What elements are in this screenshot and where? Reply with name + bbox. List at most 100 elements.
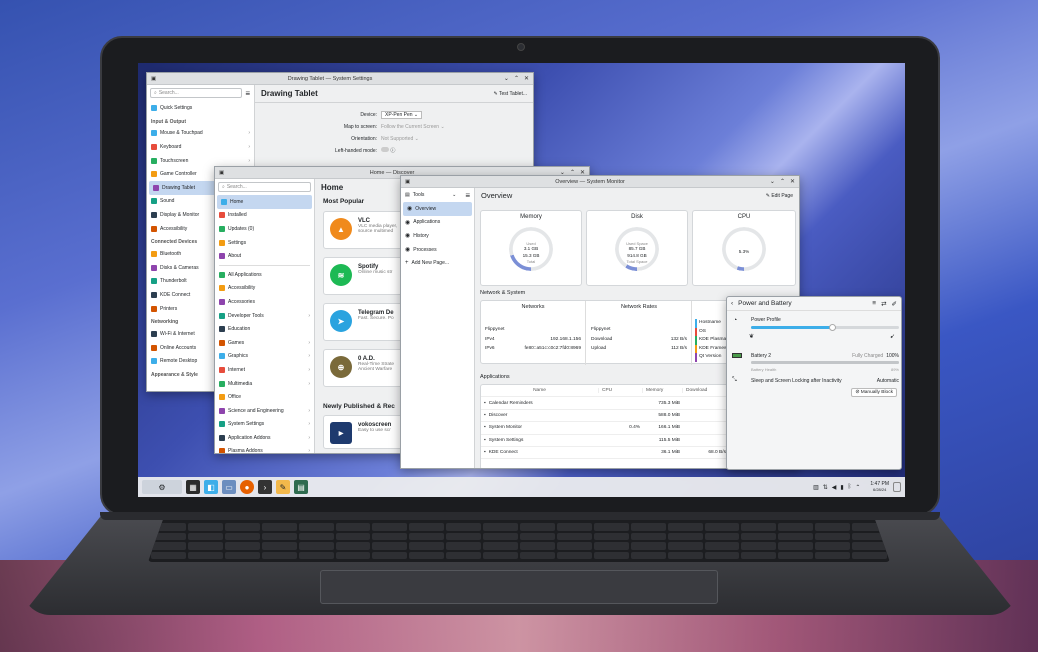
category-application-addons[interactable]: Application Addons › xyxy=(215,431,314,445)
bluetooth-icon[interactable]: ᛒ xyxy=(848,484,852,490)
add-new-page-icon: + xyxy=(405,260,409,267)
category-office[interactable]: Office xyxy=(215,390,314,404)
keyboard-key xyxy=(630,551,666,559)
monitor-nav-history[interactable]: ◉ History xyxy=(401,229,474,243)
category-label: Developer Tools xyxy=(228,312,264,319)
category-all-applications[interactable]: All Applications xyxy=(215,268,314,282)
firefox-icon[interactable]: ● xyxy=(240,480,254,494)
column-header-cpu[interactable]: CPU xyxy=(599,388,643,394)
tray-expand-icon[interactable]: ⌃ xyxy=(855,484,860,491)
keyboard-key xyxy=(151,542,186,550)
cell-value: 588.0 MiB xyxy=(658,412,680,418)
column-header-name[interactable]: Name xyxy=(481,388,599,394)
monitor-nav-processes[interactable]: ◉ Processes xyxy=(401,243,474,257)
monitor-nav-overview[interactable]: ◉ Overview xyxy=(403,202,472,216)
dolphin-icon[interactable]: ▭ xyxy=(222,480,236,494)
network-section-heading: Network & System xyxy=(480,290,526,296)
keyboard-key xyxy=(483,523,518,531)
minimize-icon[interactable]: ⌄ xyxy=(770,178,775,185)
test-tablet-button[interactable]: ✎ Test Tablet... xyxy=(494,91,528,97)
system-info-label: KDE Framew xyxy=(699,345,728,351)
monitor-nav-add-new-page[interactable]: + Add New Page... xyxy=(401,256,474,270)
battery-tray-icon[interactable]: ▮ xyxy=(840,484,843,491)
chevron-right-icon: › xyxy=(248,143,250,150)
keyboard-key xyxy=(335,542,371,550)
menu-icon[interactable]: ≡ xyxy=(872,300,876,308)
device-select[interactable]: XP-Pen Pen ⌄ xyxy=(381,111,423,119)
power-profile-slider[interactable] xyxy=(751,324,899,331)
keyboard-key xyxy=(483,551,518,559)
hamburger-menu-icon[interactable]: ≡ xyxy=(245,89,254,98)
clock[interactable]: 1:47 PM 6/28/24 xyxy=(870,481,889,493)
sidebar-item-quick-settings[interactable]: Quick Settings xyxy=(147,101,254,115)
left-handed-toggle[interactable] xyxy=(381,147,389,152)
show-desktop-button[interactable] xyxy=(893,482,901,492)
task-manager-icon[interactable]: ▦ xyxy=(186,480,200,494)
sidebar-item-about[interactable]: About xyxy=(215,249,314,263)
tools-button[interactable]: Tools xyxy=(413,192,425,198)
category-label: All Applications xyxy=(228,271,262,278)
info-icon[interactable]: ⓘ xyxy=(390,148,395,154)
keyboard-key xyxy=(224,551,260,559)
sidebar-item-settings[interactable]: Settings xyxy=(215,236,314,250)
category-multimedia[interactable]: Multimedia › xyxy=(215,377,314,391)
system-monitor-taskbar-icon[interactable]: ▤ xyxy=(294,480,308,494)
network-icon[interactable]: ⇅ xyxy=(823,484,828,491)
category-internet[interactable]: Internet › xyxy=(215,363,314,377)
orientation-label: Orientation: xyxy=(351,136,377,142)
settings-search-input[interactable]: ⌕ Search... xyxy=(150,88,243,98)
category-plasma-addons[interactable]: Plasma Addons › xyxy=(215,445,314,453)
edit-page-button[interactable]: ✎ Edit Page xyxy=(766,193,793,199)
monitor-nav-applications[interactable]: ◉ Applications xyxy=(401,216,474,230)
maximize-icon[interactable]: ⌃ xyxy=(514,75,519,82)
maximize-icon[interactable]: ⌃ xyxy=(780,178,785,185)
system-info-label: Qt Version xyxy=(699,354,722,360)
hamburger-menu-icon[interactable]: ≡ xyxy=(465,191,470,200)
monitor-nav-label: Applications xyxy=(413,219,441,226)
back-icon[interactable]: ‹ xyxy=(731,300,733,307)
konsole-icon[interactable]: › xyxy=(258,480,272,494)
sidebar-item-updates-0[interactable]: Updates (0) xyxy=(215,222,314,236)
category-accessories[interactable]: Accessories xyxy=(215,295,314,309)
sidebar-item-mouse-touchpad[interactable]: Mouse & Touchpad › xyxy=(147,127,254,141)
category-accessibility[interactable]: Accessibility xyxy=(215,282,314,296)
column-header-memory[interactable]: Memory xyxy=(643,388,683,394)
battery-health-value: 89% xyxy=(890,367,899,372)
webcam xyxy=(517,43,525,51)
map-select[interactable]: Follow the Current Screen ⌄ xyxy=(381,121,445,133)
network-name: Flippynet xyxy=(485,327,505,332)
power-profile-handle[interactable] xyxy=(829,324,837,331)
disk-used-value: 85.7 GB xyxy=(628,246,646,251)
sidebar-item-label: Remote Desktop xyxy=(160,358,198,365)
pin-icon[interactable]: ✐ xyxy=(892,300,897,308)
category-education[interactable]: Education xyxy=(215,322,314,336)
close-icon[interactable]: ✕ xyxy=(524,75,529,82)
category-science-and-engineering[interactable]: Science and Engineering › xyxy=(215,404,314,418)
volume-icon[interactable]: ◀ xyxy=(832,484,837,491)
configure-icon[interactable]: ⇄ xyxy=(881,300,886,308)
sidebar-item-home[interactable]: Home xyxy=(217,195,312,209)
discover-taskbar-icon[interactable]: ◧ xyxy=(204,480,218,494)
sidebar-item-label: KDE Connect xyxy=(160,291,191,298)
sidebar-item-keyboard[interactable]: Keyboard › xyxy=(147,140,254,154)
kate-icon[interactable]: ✎ xyxy=(276,480,290,494)
chevron-right-icon: › xyxy=(308,421,310,428)
close-icon[interactable]: ✕ xyxy=(790,178,795,185)
category-system-settings[interactable]: System Settings › xyxy=(215,418,314,432)
manually-block-button[interactable]: ⊘ Manually Block xyxy=(851,388,897,397)
category-developer-tools[interactable]: Developer Tools › xyxy=(215,309,314,323)
app-launcher-button[interactable]: ⚙ xyxy=(142,480,182,494)
cell-value: 166.1 MiB xyxy=(658,425,680,431)
clipboard-icon[interactable]: ▥ xyxy=(813,484,819,491)
column-header-download[interactable]: Download xyxy=(683,388,729,394)
category-graphics[interactable]: Graphics › xyxy=(215,350,314,364)
orientation-select[interactable]: Not Supported ⌄ xyxy=(381,133,445,145)
category-games[interactable]: Games › xyxy=(215,336,314,350)
keyboard-key xyxy=(483,532,518,540)
sidebar-item-installed[interactable]: Installed xyxy=(215,209,314,223)
settings-icon xyxy=(219,239,225,246)
discover-search-input[interactable]: ⌕ Search... xyxy=(218,182,311,192)
minimize-icon[interactable]: ⌄ xyxy=(504,75,509,82)
keyboard-key xyxy=(778,523,814,531)
sidebar-item-label: Updates (0) xyxy=(228,225,255,232)
